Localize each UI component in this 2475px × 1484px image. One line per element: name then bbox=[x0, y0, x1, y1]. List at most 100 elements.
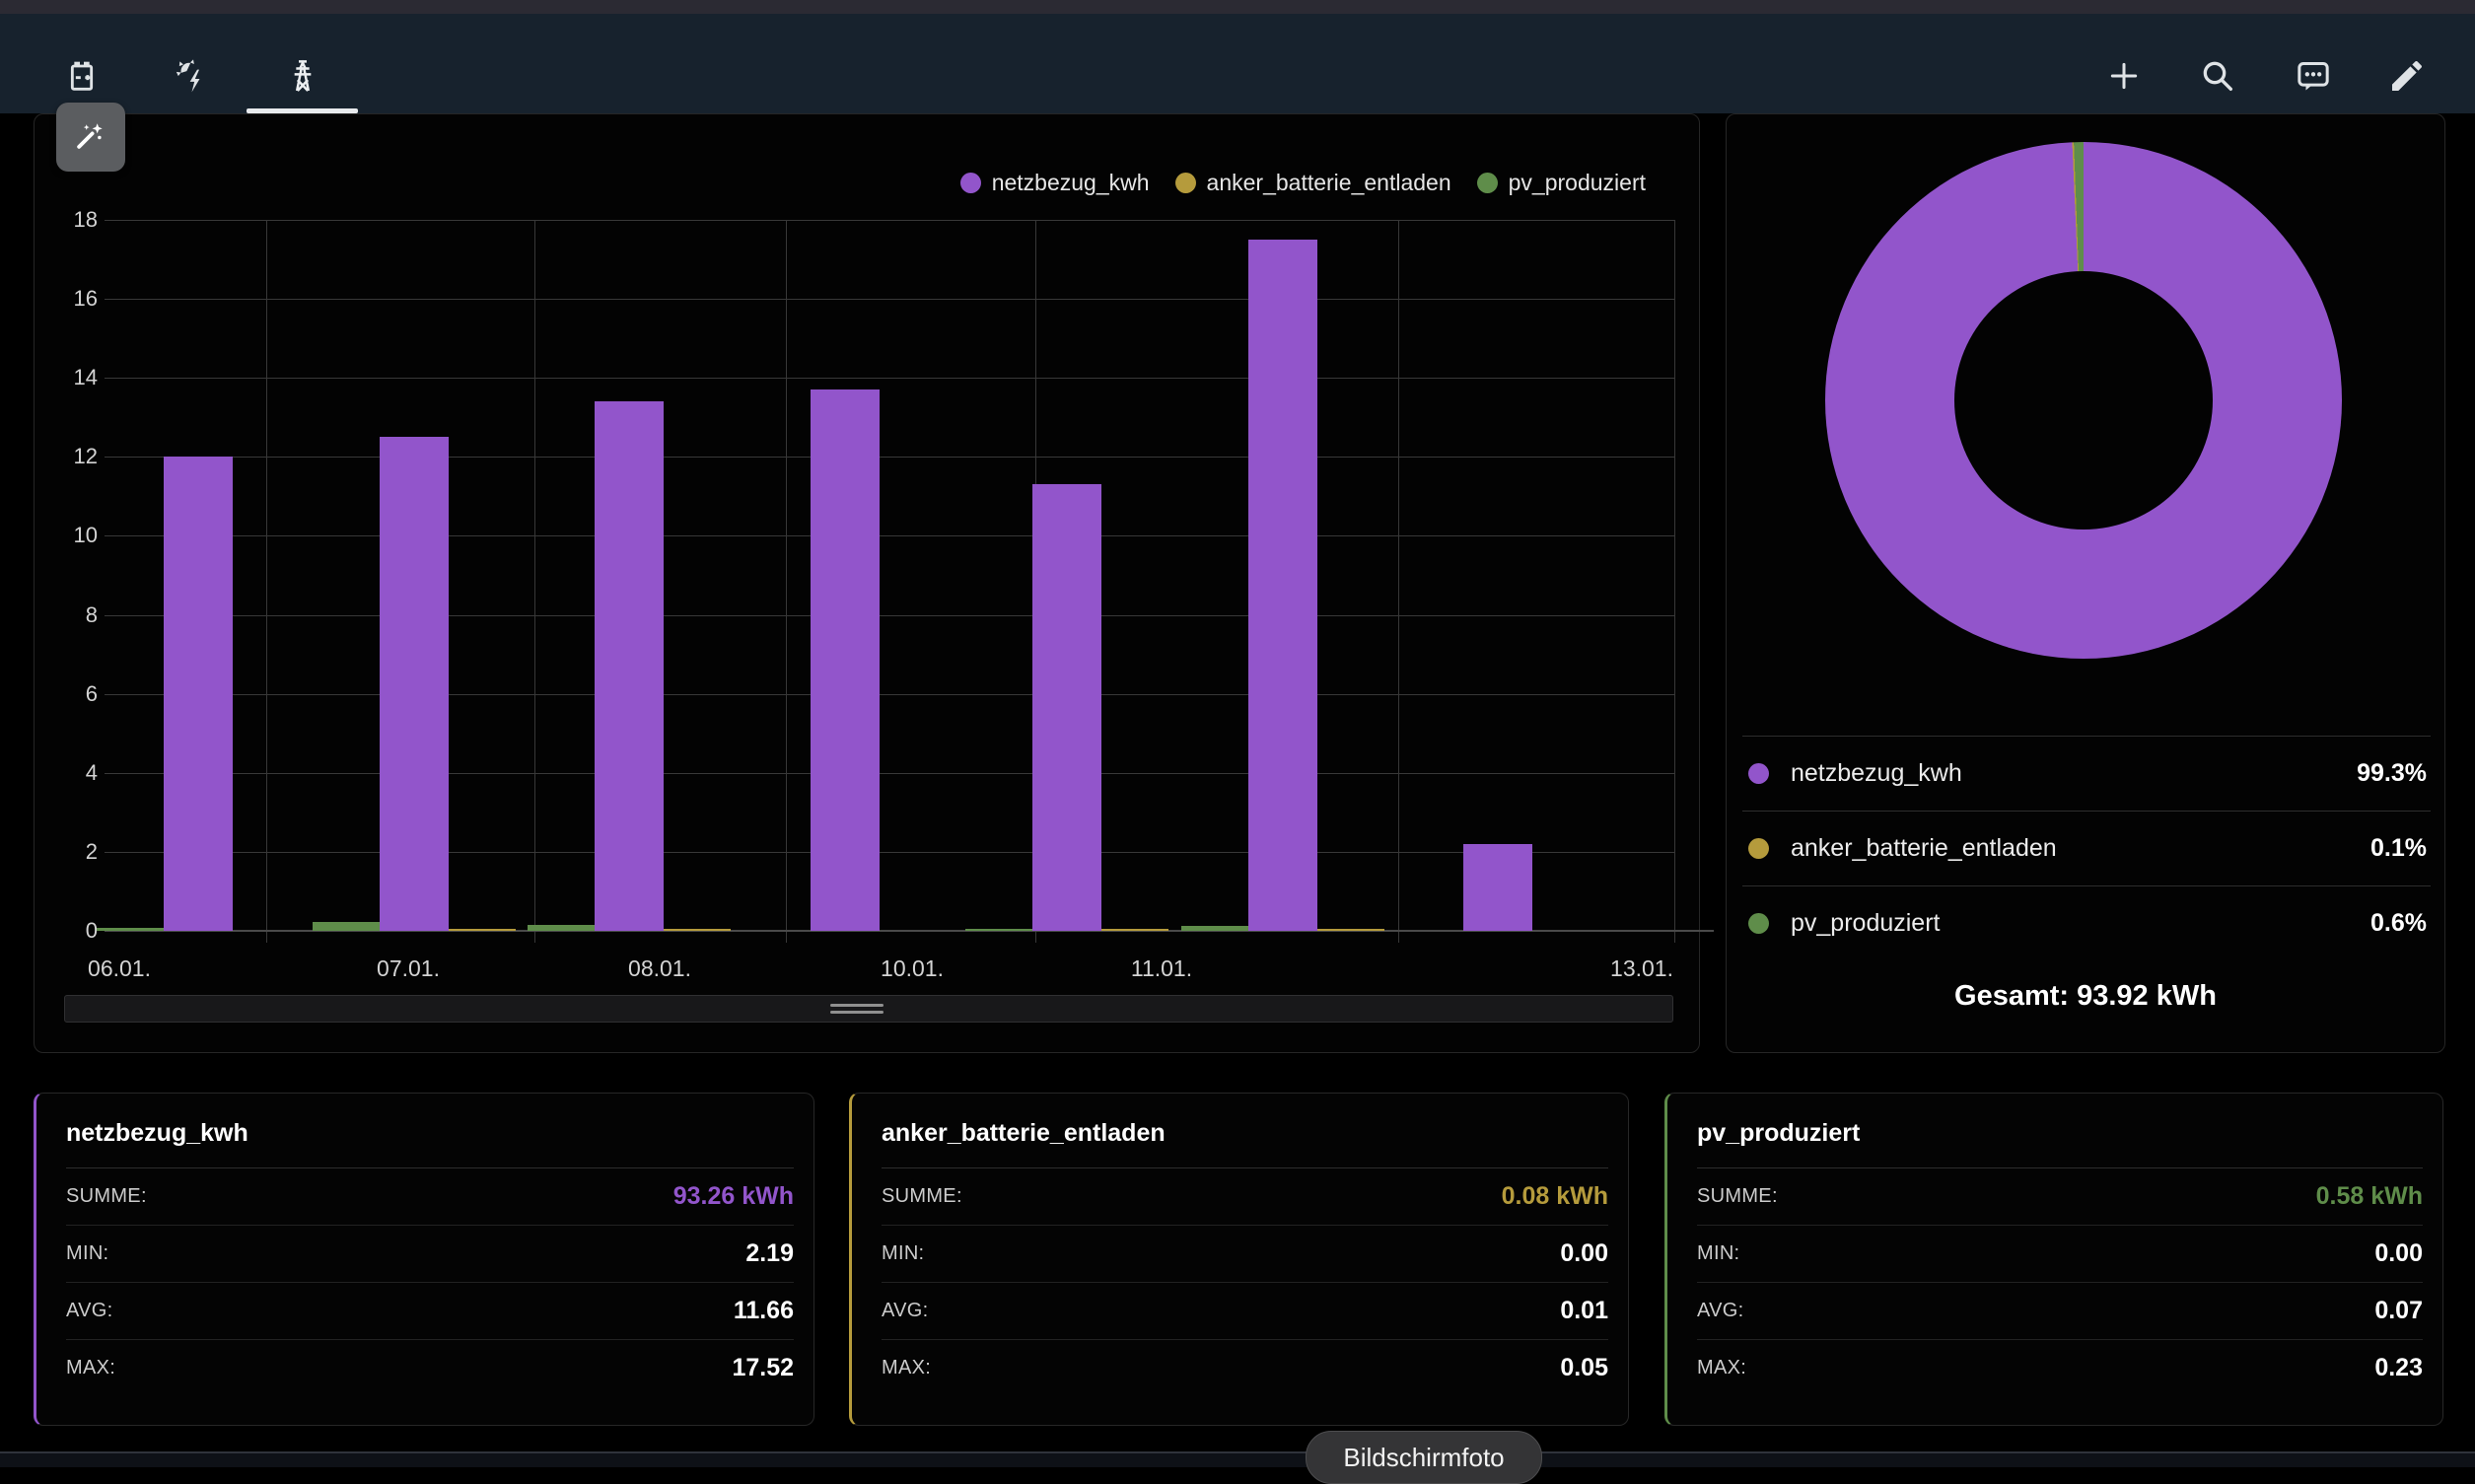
stat-label: MAX: bbox=[66, 1357, 115, 1379]
bar-anker_batterie_entladen[interactable] bbox=[1317, 929, 1384, 931]
stat-label: MAX: bbox=[1697, 1357, 1746, 1379]
donut-hole bbox=[1954, 271, 2213, 530]
card-title: pv_produziert bbox=[1697, 1119, 2423, 1168]
gridline bbox=[105, 694, 1674, 695]
stat-value: 11.66 bbox=[734, 1297, 794, 1325]
gridline bbox=[105, 220, 1674, 221]
bar-pv_produziert[interactable] bbox=[313, 922, 380, 931]
stat-label: MIN: bbox=[66, 1242, 108, 1265]
donut-legend-row-pv[interactable]: pv_produziert 0.6% bbox=[1742, 885, 2431, 960]
magic-wand-icon bbox=[72, 116, 109, 159]
plus-icon bbox=[2104, 56, 2144, 101]
gridline bbox=[105, 378, 1674, 379]
donut-chart[interactable] bbox=[1825, 142, 2342, 659]
y-axis-label: 16 bbox=[52, 288, 98, 310]
search-button[interactable] bbox=[2197, 57, 2238, 99]
window-top-strip bbox=[0, 0, 2475, 14]
x-axis-label: 11.01. bbox=[1131, 955, 1192, 982]
bar-pv_produziert[interactable] bbox=[528, 925, 595, 931]
stat-label: AVG: bbox=[882, 1300, 929, 1322]
pencil-icon bbox=[2387, 56, 2427, 101]
donut-legend: netzbezug_kwh 99.3% anker_batterie_entla… bbox=[1742, 736, 2431, 960]
slice-percentage: 0.6% bbox=[2370, 909, 2427, 938]
bar-netzbezug_kwh[interactable] bbox=[1248, 240, 1317, 931]
bar-anker_batterie_entladen[interactable] bbox=[449, 929, 516, 931]
energy-share-donut-panel: netzbezug_kwh 99.3% anker_batterie_entla… bbox=[1726, 113, 2445, 1053]
gridline bbox=[1674, 220, 1675, 943]
stat-value: 0.01 bbox=[1560, 1297, 1608, 1325]
chart-legend: netzbezug_kwh anker_batterie_entladen pv… bbox=[960, 170, 1646, 196]
slice-label: anker_batterie_entladen bbox=[1791, 834, 2370, 863]
stat-label: AVG: bbox=[66, 1300, 113, 1322]
stat-value: 0.07 bbox=[2374, 1297, 2423, 1325]
series-color-dot bbox=[1748, 838, 1769, 859]
y-axis-label: 6 bbox=[52, 683, 98, 705]
bar-netzbezug_kwh[interactable] bbox=[811, 389, 880, 931]
legend-item-netzbezug[interactable]: netzbezug_kwh bbox=[960, 170, 1150, 196]
bar-netzbezug_kwh[interactable] bbox=[595, 401, 664, 931]
legend-item-anker-batterie[interactable]: anker_batterie_entladen bbox=[1175, 170, 1451, 196]
y-axis-label: 18 bbox=[52, 209, 98, 231]
stat-row-min: MIN: 0.00 bbox=[1697, 1226, 2423, 1283]
y-axis-label: 10 bbox=[52, 525, 98, 546]
total-kwh-label: Gesamt: 93.92 kWh bbox=[1727, 980, 2444, 1013]
transmission-tower-icon bbox=[283, 56, 322, 101]
gridline bbox=[786, 220, 787, 943]
bar-netzbezug_kwh[interactable] bbox=[1032, 484, 1101, 931]
bar-netzbezug_kwh[interactable] bbox=[380, 437, 449, 931]
stat-row-max: MAX: 17.52 bbox=[66, 1340, 794, 1396]
slice-label: netzbezug_kwh bbox=[1791, 759, 2357, 788]
y-axis-label: 0 bbox=[52, 920, 98, 942]
scrollbar-handle[interactable] bbox=[830, 1004, 884, 1016]
x-axis-label: 10.01. bbox=[881, 955, 944, 982]
stat-label: MIN: bbox=[882, 1242, 924, 1265]
stat-label: SUMME: bbox=[882, 1185, 962, 1208]
app-header bbox=[0, 14, 2475, 113]
chart-zoom-scrollbar[interactable] bbox=[64, 995, 1673, 1023]
bar-netzbezug_kwh[interactable] bbox=[1463, 844, 1532, 931]
bar-pv_produziert[interactable] bbox=[965, 929, 1032, 931]
legend-label: anker_batterie_entladen bbox=[1207, 170, 1451, 196]
stat-row-min: MIN: 0.00 bbox=[882, 1226, 1608, 1283]
legend-label: netzbezug_kwh bbox=[992, 170, 1150, 196]
y-axis-label: 2 bbox=[52, 841, 98, 863]
bar-pv_produziert[interactable] bbox=[1181, 926, 1248, 931]
gridline bbox=[105, 299, 1674, 300]
gridline bbox=[1398, 220, 1399, 943]
stat-card-anker-batterie: anker_batterie_entladen SUMME: 0.08 kWh … bbox=[849, 1093, 1629, 1426]
stat-label: MIN: bbox=[1697, 1242, 1739, 1265]
bar-anker_batterie_entladen[interactable] bbox=[1101, 929, 1168, 931]
stat-row-summe: SUMME: 93.26 kWh bbox=[66, 1168, 794, 1226]
add-button[interactable] bbox=[2103, 57, 2145, 99]
legend-label: pv_produziert bbox=[1509, 170, 1646, 196]
tab-solar[interactable] bbox=[172, 57, 213, 99]
stat-value: 0.23 bbox=[2374, 1354, 2423, 1382]
bar-anker_batterie_entladen[interactable] bbox=[664, 929, 731, 931]
stat-row-max: MAX: 0.05 bbox=[882, 1340, 1608, 1396]
series-color-dot bbox=[960, 173, 981, 193]
battery-icon bbox=[62, 56, 102, 101]
bar-netzbezug_kwh[interactable] bbox=[164, 457, 233, 931]
gridline bbox=[105, 852, 1674, 853]
energy-bar-chart-panel: netzbezug_kwh anker_batterie_entladen pv… bbox=[34, 113, 1700, 1053]
donut-legend-row-netzbezug[interactable]: netzbezug_kwh 99.3% bbox=[1742, 736, 2431, 811]
x-axis-label: 13.01. bbox=[1610, 955, 1673, 982]
donut-legend-row-anker-batterie[interactable]: anker_batterie_entladen 0.1% bbox=[1742, 811, 2431, 885]
assist-button[interactable] bbox=[2293, 57, 2334, 99]
series-color-dot bbox=[1175, 173, 1196, 193]
stat-row-avg: AVG: 0.07 bbox=[1697, 1283, 2423, 1340]
stat-row-avg: AVG: 0.01 bbox=[882, 1283, 1608, 1340]
stat-value: 0.58 kWh bbox=[2316, 1182, 2423, 1211]
auto-fix-button[interactable] bbox=[56, 103, 125, 172]
tab-battery[interactable] bbox=[61, 57, 103, 99]
y-axis-label: 4 bbox=[52, 762, 98, 784]
solar-power-icon bbox=[173, 56, 212, 101]
slice-percentage: 0.1% bbox=[2370, 834, 2427, 863]
stat-row-avg: AVG: 11.66 bbox=[66, 1283, 794, 1340]
stat-value: 17.52 bbox=[732, 1354, 794, 1382]
tab-grid[interactable] bbox=[282, 57, 323, 99]
edit-dashboard-button[interactable] bbox=[2386, 57, 2428, 99]
legend-item-pv[interactable]: pv_produziert bbox=[1477, 170, 1646, 196]
chat-bubble-icon bbox=[2294, 56, 2333, 101]
bar-pv_produziert[interactable] bbox=[97, 928, 164, 931]
